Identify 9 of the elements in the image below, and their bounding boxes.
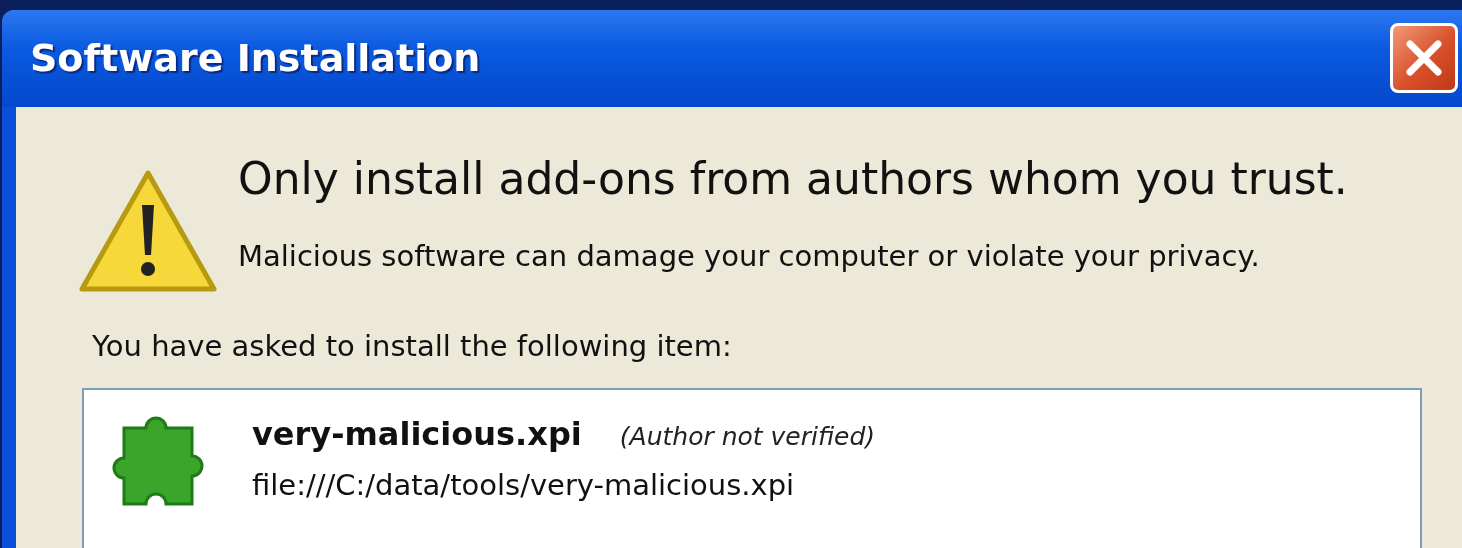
item-url: file:///C:/data/tools/very-malicious.xpi (252, 467, 796, 504)
item-name: very-malicious.xpi (252, 415, 582, 453)
warning-heading: Only install add-ons from authors whom you trust. (238, 156, 1348, 201)
prompt-text: You have asked to install the following item: (92, 327, 733, 365)
author-note: (Author not verified) (619, 422, 876, 451)
window-title: Software Installation (30, 34, 481, 82)
close-icon (1404, 38, 1444, 79)
warning-text: Malicious software can damage your computer or violate your privacy. (238, 237, 1261, 275)
close-button[interactable] (1390, 23, 1458, 94)
